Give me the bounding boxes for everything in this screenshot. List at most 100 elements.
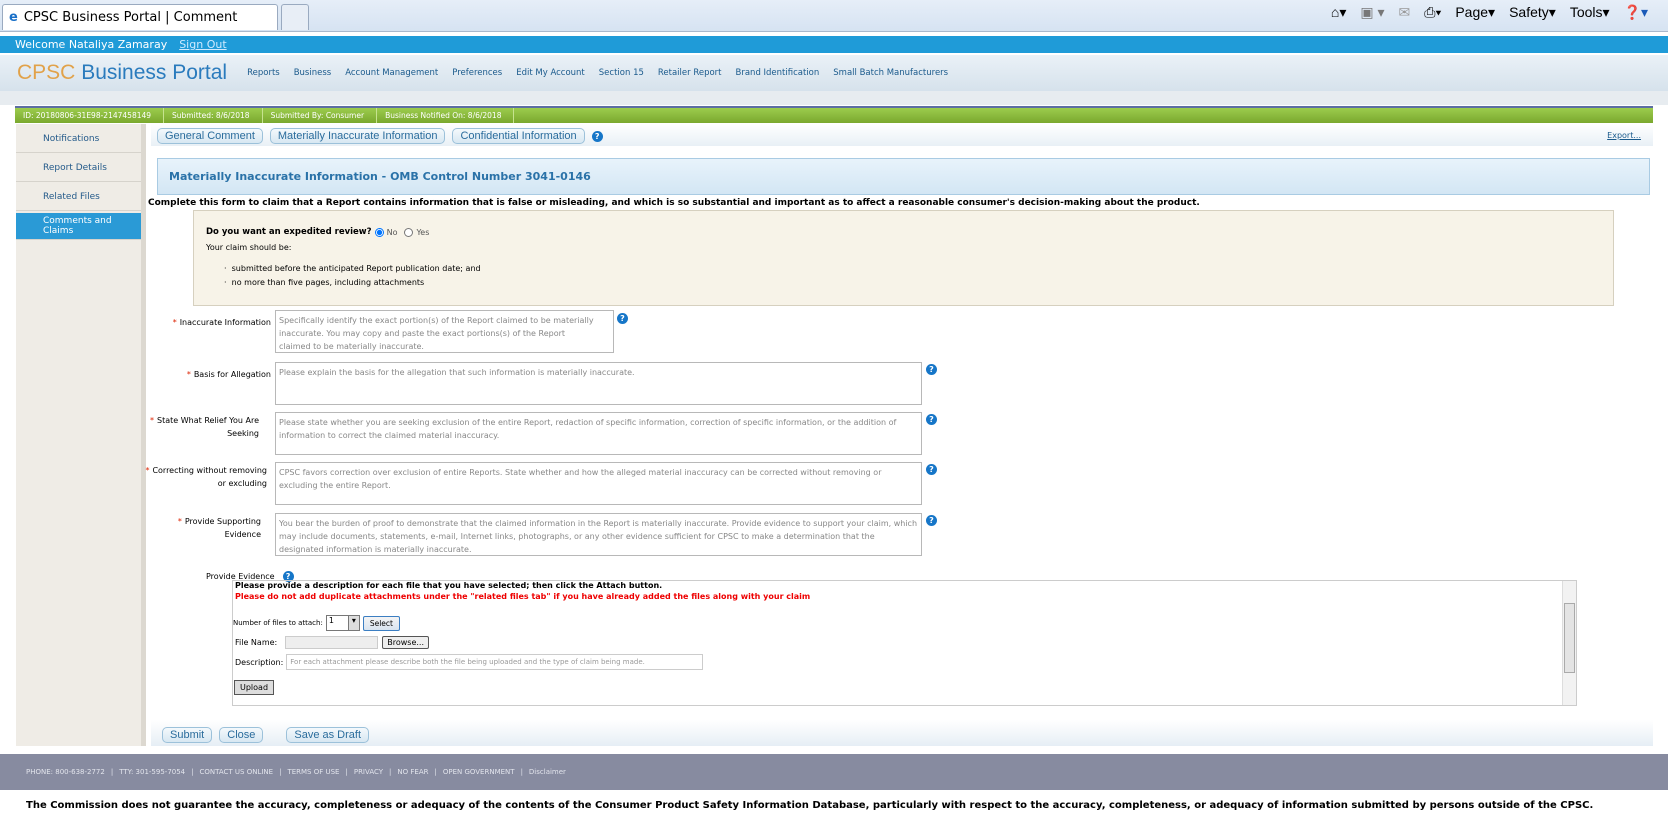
nav-small-batch[interactable]: Small Batch Manufacturers [833, 68, 948, 78]
radio-yes-label: Yes [416, 227, 430, 237]
page-menu[interactable]: Page▾ [1455, 4, 1495, 21]
form-title: Materially Inaccurate Information - OMB … [157, 158, 1650, 195]
report-info-bar: ID: 20180806-31E98-2147458149 Submitted:… [15, 106, 1653, 123]
footer-no-fear-link[interactable]: NO FEAR [397, 768, 428, 776]
spacer [0, 91, 1668, 105]
home-icon[interactable]: ⌂▾ [1331, 4, 1346, 21]
field-label-evidence: * Provide Supporting Evidence [177, 517, 261, 539]
sidebar-item-notifications[interactable]: Notifications [16, 126, 141, 153]
radio-no-label: No [386, 227, 398, 237]
nav-brand-identification[interactable]: Brand Identification [736, 68, 820, 78]
rss-icon[interactable]: ▣ ▾ [1360, 4, 1384, 21]
description-label: Description: [235, 657, 284, 667]
tab-general-comment[interactable]: General Comment [157, 128, 263, 144]
file-name-row: File Name: Browse... [233, 636, 1576, 649]
file-name-label: File Name: [235, 638, 278, 647]
sidebar-item-comments-and-claims[interactable]: Comments and Claims [16, 213, 141, 240]
radio-no[interactable] [374, 227, 384, 237]
help-icon[interactable]: ? [617, 313, 628, 324]
num-files-row: Number of files to attach: 1 ▾ Select [233, 615, 1576, 631]
help-icon[interactable]: ? [591, 130, 603, 142]
form-buttons: Submit Close Save as Draft [162, 727, 370, 743]
main-content: General Comment Materially Inaccurate In… [145, 124, 1653, 746]
submit-button[interactable]: Submit [162, 727, 213, 743]
sidebar-item-related-files[interactable]: Related Files [16, 184, 141, 211]
footer-open-government-link[interactable]: OPEN GOVERNMENT [443, 768, 515, 776]
expedited-review-box: Do you want an expedited review? No Yes … [193, 210, 1614, 306]
nav-preferences[interactable]: Preferences [452, 68, 502, 78]
scrollbar-thumb[interactable] [1564, 603, 1575, 673]
footer-terms-link[interactable]: TERMS OF USE [287, 768, 339, 776]
radio-yes[interactable] [404, 227, 414, 237]
submitted-by: Submitted By: Consumer [263, 108, 378, 123]
logo[interactable]: CPSC Business Portal [17, 61, 227, 85]
num-files-select[interactable]: 1 ▾ [325, 615, 360, 631]
welcome-bar: Welcome Nataliya Zamaray Sign Out [0, 36, 1668, 53]
description-row: Description: For each attachment please … [233, 654, 1576, 670]
field-label-correcting: * Correcting without removing or excludin… [145, 466, 267, 488]
ie-icon: e [9, 10, 18, 25]
nav-retailer-report[interactable]: Retailer Report [658, 68, 722, 78]
browser-tab[interactable]: e CPSC Business Portal | Comment [2, 4, 278, 30]
mail-icon[interactable]: ✉ [1399, 4, 1411, 21]
nav-section-15[interactable]: Section 15 [599, 68, 644, 78]
description-input[interactable]: For each attachment please describe both… [286, 654, 704, 670]
tab-materially-inaccurate[interactable]: Materially Inaccurate Information [269, 128, 446, 144]
correcting-textarea[interactable]: CPSC favors correction over exclusion of… [275, 462, 922, 505]
footer-privacy-link[interactable]: PRIVACY [354, 768, 383, 776]
help-icon[interactable]: ? [926, 515, 937, 526]
sign-out-link[interactable]: Sign Out [179, 38, 226, 51]
main-nav: CPSC Business Portal Reports Business Ac… [0, 55, 1668, 91]
help-icon[interactable]: ? [926, 364, 937, 375]
nav-reports[interactable]: Reports [247, 68, 280, 78]
field-label-inaccurate: * Inaccurate Information [172, 318, 271, 327]
chevron-down-icon: ▾ [347, 616, 359, 630]
basis-textarea[interactable]: Please explain the basis for the allegat… [275, 362, 922, 405]
sidebar-item-report-details[interactable]: Report Details [16, 155, 141, 182]
close-button[interactable]: Close [219, 727, 264, 743]
expedited-question: Do you want an expedited review? [206, 227, 372, 237]
footer-contact-link[interactable]: CONTACT US ONLINE [200, 768, 274, 776]
inaccurate-information-textarea[interactable]: Specifically identify the exact portion(… [275, 310, 614, 353]
supporting-evidence-textarea[interactable]: You bear the burden of proof to demonstr… [275, 513, 922, 556]
footer: PHONE: 800-638-2772 | TTY: 301-595-7054 | … [0, 754, 1668, 790]
welcome-text: Welcome Nataliya Zamaray [15, 38, 168, 51]
select-button[interactable]: Select [362, 615, 400, 631]
export-link[interactable]: Export... [1607, 131, 1641, 140]
print-icon[interactable]: ⎙▾ [1424, 4, 1441, 21]
nav-account-management[interactable]: Account Management [345, 68, 438, 78]
disclaimer-text: The Commission does not guarantee the ac… [26, 800, 1594, 811]
tools-menu[interactable]: Tools▾ [1570, 4, 1610, 21]
upload-button[interactable]: Upload [234, 680, 275, 695]
footer-phone: PHONE: 800-638-2772 [26, 768, 105, 776]
nav-edit-my-account[interactable]: Edit My Account [516, 68, 585, 78]
frame-scrollbar[interactable] [1562, 581, 1576, 705]
sidebar: Notifications Report Details Related Fil… [16, 124, 146, 746]
tab-confidential[interactable]: Confidential Information [452, 128, 585, 144]
bullet-item: submitted before the anticipated Report … [231, 264, 481, 273]
claim-label: Your claim should be: [206, 243, 292, 252]
nav-business[interactable]: Business [294, 68, 331, 78]
upload-row: Upload [233, 680, 1576, 695]
help-icon[interactable]: ? [926, 414, 937, 425]
help-icon[interactable]: ❓▾ [1624, 4, 1648, 21]
claim-tabs: General Comment Materially Inaccurate In… [157, 128, 603, 144]
field-label-basis: * Basis for Allegation [186, 370, 271, 379]
relief-textarea[interactable]: Please state whether you are seeking exc… [275, 412, 922, 455]
field-label-relief: * State What Relief You Are Seeking [150, 416, 259, 438]
save-draft-button[interactable]: Save as Draft [286, 727, 370, 743]
button-bar [151, 720, 1653, 746]
business-notified: Business Notified On: 8/6/2018 [377, 108, 515, 123]
submitted-date: Submitted: 8/6/2018 [164, 108, 263, 123]
browser-chrome: e CPSC Business Portal | Comment ⌂▾ ▣ ▾ … [0, 0, 1668, 32]
safety-menu[interactable]: Safety▾ [1509, 4, 1556, 21]
help-icon[interactable]: ? [926, 464, 937, 475]
new-tab-button[interactable] [281, 4, 309, 30]
footer-tty: TTY: 301-595-7054 [119, 768, 186, 776]
attachment-frame: Please provide a description for each fi… [232, 580, 1577, 706]
browse-button[interactable]: Browse... [382, 636, 429, 649]
duplicate-warning: Please do not add duplicate attachments … [235, 592, 811, 601]
footer-disclaimer-link[interactable]: Disclaimer [529, 768, 566, 776]
browser-toolbar: ⌂▾ ▣ ▾ ✉ ⎙▾ Page▾ Safety▾ Tools▾ ❓▾ [1331, 4, 1648, 21]
file-name-input[interactable] [285, 636, 379, 649]
